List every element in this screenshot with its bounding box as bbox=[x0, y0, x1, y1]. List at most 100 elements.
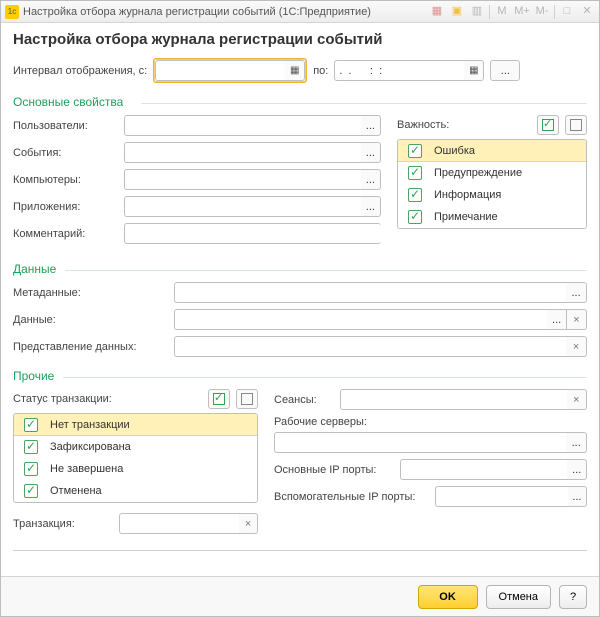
maximize-icon[interactable]: □ bbox=[559, 4, 575, 20]
interval-label: Интервал отображения, с: bbox=[13, 65, 147, 77]
importance-item-warning[interactable]: Предупреждение bbox=[398, 162, 586, 184]
trans-status-list: Нет транзакции Зафиксирована Не завершен… bbox=[13, 413, 258, 503]
close-icon[interactable]: ✕ bbox=[579, 4, 595, 20]
importance-clear-all-button[interactable] bbox=[565, 115, 587, 135]
work-servers-label: Рабочие серверы: bbox=[274, 416, 587, 428]
calendar-icon[interactable]: ▦ bbox=[429, 4, 445, 20]
importance-item-label: Предупреждение bbox=[434, 167, 522, 179]
computers-label: Компьютеры: bbox=[13, 174, 118, 186]
trans-item-label: Зафиксирована bbox=[50, 441, 131, 453]
computers-picker-button[interactable]: ... bbox=[361, 169, 381, 190]
help-button[interactable]: ? bbox=[559, 585, 587, 609]
trans-item-notfinished[interactable]: Не завершена bbox=[14, 458, 257, 480]
repr-input[interactable] bbox=[174, 336, 566, 357]
users-input[interactable] bbox=[124, 115, 361, 136]
importance-check-all-button[interactable] bbox=[537, 115, 559, 135]
transaction-input[interactable] bbox=[119, 513, 239, 534]
computers-input[interactable] bbox=[124, 169, 361, 190]
work-servers-picker-button[interactable]: ... bbox=[566, 432, 587, 453]
check-icon[interactable] bbox=[408, 210, 422, 224]
events-picker-button[interactable]: ... bbox=[361, 142, 381, 163]
users-picker-button[interactable]: ... bbox=[361, 115, 381, 136]
check-icon[interactable] bbox=[24, 418, 38, 432]
check-icon[interactable] bbox=[408, 144, 422, 158]
interval-to-calendar-icon[interactable]: ▦ bbox=[464, 60, 484, 81]
main-ports-picker-button[interactable]: ... bbox=[567, 459, 587, 480]
titlebar-controls: ▦ ▣ ▥ M M+ M- □ ✕ bbox=[429, 4, 595, 20]
window-root: 1c Настройка отбора журнала регистрации … bbox=[0, 0, 600, 617]
data-label: Данные: bbox=[13, 314, 168, 326]
trans-item-cancelled[interactable]: Отменена bbox=[14, 480, 257, 502]
trans-clear-all-button[interactable] bbox=[236, 389, 258, 409]
data-input[interactable] bbox=[174, 309, 547, 330]
interval-to-input[interactable] bbox=[334, 60, 464, 81]
work-servers-input[interactable] bbox=[274, 432, 566, 453]
trans-status-label: Статус транзакции: bbox=[13, 393, 202, 405]
data-picker-button[interactable]: ... bbox=[547, 309, 567, 330]
importance-item-label: Примечание bbox=[434, 211, 498, 223]
favorite-icon[interactable]: ▣ bbox=[449, 4, 465, 20]
importance-item-label: Ошибка bbox=[434, 145, 475, 157]
page-title: Настройка отбора журнала регистрации соб… bbox=[13, 31, 587, 48]
trans-item-label: Нет транзакции bbox=[50, 419, 130, 431]
importance-item-label: Информация bbox=[434, 189, 501, 201]
interval-from-input[interactable] bbox=[155, 60, 285, 81]
apps-label: Приложения: bbox=[13, 201, 118, 213]
trans-item-none[interactable]: Нет транзакции bbox=[14, 414, 257, 436]
importance-item-note[interactable]: Примечание bbox=[398, 206, 586, 228]
interval-more-button[interactable]: ... bbox=[490, 60, 520, 81]
repr-clear-button[interactable]: × bbox=[566, 336, 587, 357]
check-icon[interactable] bbox=[24, 440, 38, 454]
sessions-clear-button[interactable]: × bbox=[567, 389, 587, 410]
events-input[interactable] bbox=[124, 142, 361, 163]
metadata-label: Метаданные: bbox=[13, 287, 168, 299]
trans-check-all-button[interactable] bbox=[208, 389, 230, 409]
users-label: Пользователи: bbox=[13, 120, 118, 132]
check-icon[interactable] bbox=[408, 166, 422, 180]
section-other: Прочие bbox=[13, 369, 587, 383]
metadata-picker-button[interactable]: ... bbox=[566, 282, 587, 303]
sessions-label: Сеансы: bbox=[274, 394, 334, 406]
trans-item-label: Отменена bbox=[50, 485, 102, 497]
aux-ports-picker-button[interactable]: ... bbox=[568, 486, 587, 507]
comment-label: Комментарий: bbox=[13, 228, 118, 240]
trans-item-committed[interactable]: Зафиксирована bbox=[14, 436, 257, 458]
check-icon[interactable] bbox=[24, 462, 38, 476]
grid-icon[interactable]: ▥ bbox=[469, 4, 485, 20]
separator-line bbox=[13, 550, 587, 551]
ok-button[interactable]: OK bbox=[418, 585, 478, 609]
trans-item-label: Не завершена bbox=[50, 463, 123, 475]
calc-mplus-icon[interactable]: M+ bbox=[514, 4, 530, 20]
comment-input[interactable] bbox=[124, 223, 381, 244]
check-icon[interactable] bbox=[408, 188, 422, 202]
importance-list: Ошибка Предупреждение Информация Примеча… bbox=[397, 139, 587, 229]
aux-ports-label: Вспомогательные IP порты: bbox=[274, 491, 429, 503]
cancel-button[interactable]: Отмена bbox=[486, 585, 551, 609]
repr-label: Представление данных: bbox=[13, 341, 168, 353]
aux-ports-input[interactable] bbox=[435, 486, 568, 507]
calc-mminus-icon[interactable]: M- bbox=[534, 4, 550, 20]
section-data: Данные bbox=[13, 262, 587, 276]
titlebar: 1c Настройка отбора журнала регистрации … bbox=[1, 1, 599, 23]
interval-to-label: по: bbox=[313, 65, 328, 77]
apps-picker-button[interactable]: ... bbox=[361, 196, 381, 217]
importance-label: Важность: bbox=[397, 119, 531, 131]
footer: OK Отмена ? bbox=[1, 576, 599, 616]
body: Настройка отбора журнала регистрации соб… bbox=[1, 23, 599, 576]
data-clear-button[interactable]: × bbox=[567, 309, 587, 330]
interval-from-calendar-icon[interactable]: ▦ bbox=[285, 60, 305, 81]
main-ports-input[interactable] bbox=[400, 459, 567, 480]
check-icon[interactable] bbox=[24, 484, 38, 498]
transaction-clear-button[interactable]: × bbox=[239, 513, 258, 534]
window-title: Настройка отбора журнала регистрации соб… bbox=[23, 6, 371, 18]
sessions-input[interactable] bbox=[340, 389, 567, 410]
interval-row: Интервал отображения, с: ▦ по: ▦ ... bbox=[13, 58, 587, 83]
metadata-input[interactable] bbox=[174, 282, 566, 303]
importance-item-error[interactable]: Ошибка bbox=[398, 140, 586, 162]
section-main: Основные свойства bbox=[13, 95, 587, 109]
main-ports-label: Основные IP порты: bbox=[274, 464, 394, 476]
transaction-label: Транзакция: bbox=[13, 518, 113, 530]
apps-input[interactable] bbox=[124, 196, 361, 217]
importance-item-info[interactable]: Информация bbox=[398, 184, 586, 206]
calc-m-icon[interactable]: M bbox=[494, 4, 510, 20]
